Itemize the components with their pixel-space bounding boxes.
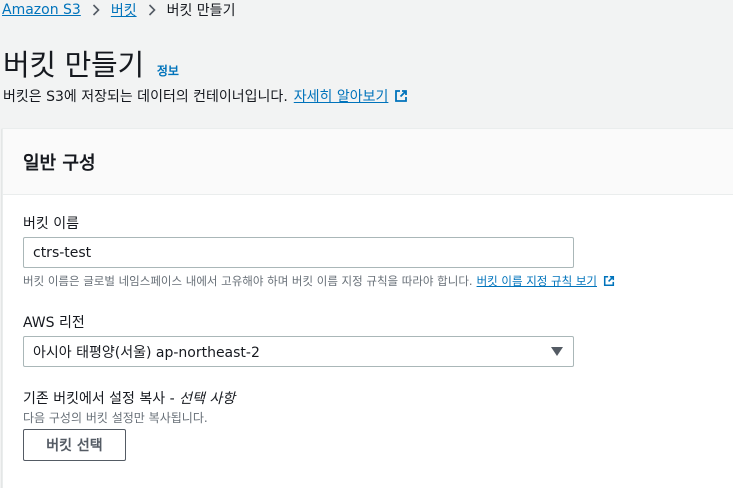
- info-link[interactable]: 정보: [157, 62, 179, 79]
- bucket-name-hint: 버킷 이름은 글로벌 네임스페이스 내에서 고유해야 하며 버킷 이름 지정 규…: [23, 273, 615, 289]
- breadcrumb: Amazon S3 버킷 버킷 만들기: [2, 0, 235, 20]
- bucket-name-input[interactable]: [23, 237, 574, 268]
- bucket-name-hint-text: 버킷 이름은 글로벌 네임스페이스 내에서 고유해야 하며 버킷 이름 지정 규…: [23, 274, 473, 288]
- panel-title: 일반 구성: [23, 152, 96, 174]
- caret-down-icon: [551, 347, 563, 356]
- page-header: 버킷 만들기 정보: [3, 42, 179, 84]
- copy-settings-label: 기존 버킷에서 설정 복사 - 선택 사항: [23, 388, 235, 408]
- copy-settings-hint: 다음 구성의 버킷 설정만 복사됩니다.: [23, 411, 208, 425]
- learn-more-link[interactable]: 자세히 알아보기: [294, 86, 389, 106]
- optional-tag: 선택 사항: [179, 391, 236, 407]
- naming-rules-link[interactable]: 버킷 이름 지정 규칙 보기: [477, 273, 597, 289]
- page-description: 버킷은 S3에 저장되는 데이터의 컨테이너입니다. 자세히 알아보기: [3, 86, 408, 106]
- breadcrumb-current: 버킷 만들기: [166, 3, 236, 19]
- chevron-right-icon: [92, 4, 100, 16]
- page-title: 버킷 만들기: [3, 48, 144, 82]
- external-link-icon[interactable]: [603, 275, 615, 287]
- region-select[interactable]: 아시아 태평양(서울) ap-northeast-2: [23, 336, 574, 367]
- external-link-icon[interactable]: [394, 89, 408, 103]
- choose-bucket-button[interactable]: 버킷 선택: [23, 429, 126, 461]
- breadcrumb-buckets[interactable]: 버킷: [111, 0, 137, 20]
- panel-header: 일반 구성: [3, 129, 733, 195]
- chevron-right-icon: [148, 4, 156, 16]
- copy-settings-label-text: 기존 버킷에서 설정 복사 -: [23, 391, 180, 407]
- breadcrumb-amazon-s3[interactable]: Amazon S3: [2, 2, 81, 18]
- region-label: AWS 리전: [23, 315, 85, 331]
- general-config-panel: 일반 구성 버킷 이름 버킷 이름은 글로벌 네임스페이스 내에서 고유해야 하…: [2, 128, 733, 488]
- region-selected-value: 아시아 태평양(서울) ap-northeast-2: [33, 344, 260, 361]
- bucket-name-label: 버킷 이름: [23, 216, 79, 232]
- description-text: 버킷은 S3에 저장되는 데이터의 컨테이너입니다.: [3, 89, 288, 105]
